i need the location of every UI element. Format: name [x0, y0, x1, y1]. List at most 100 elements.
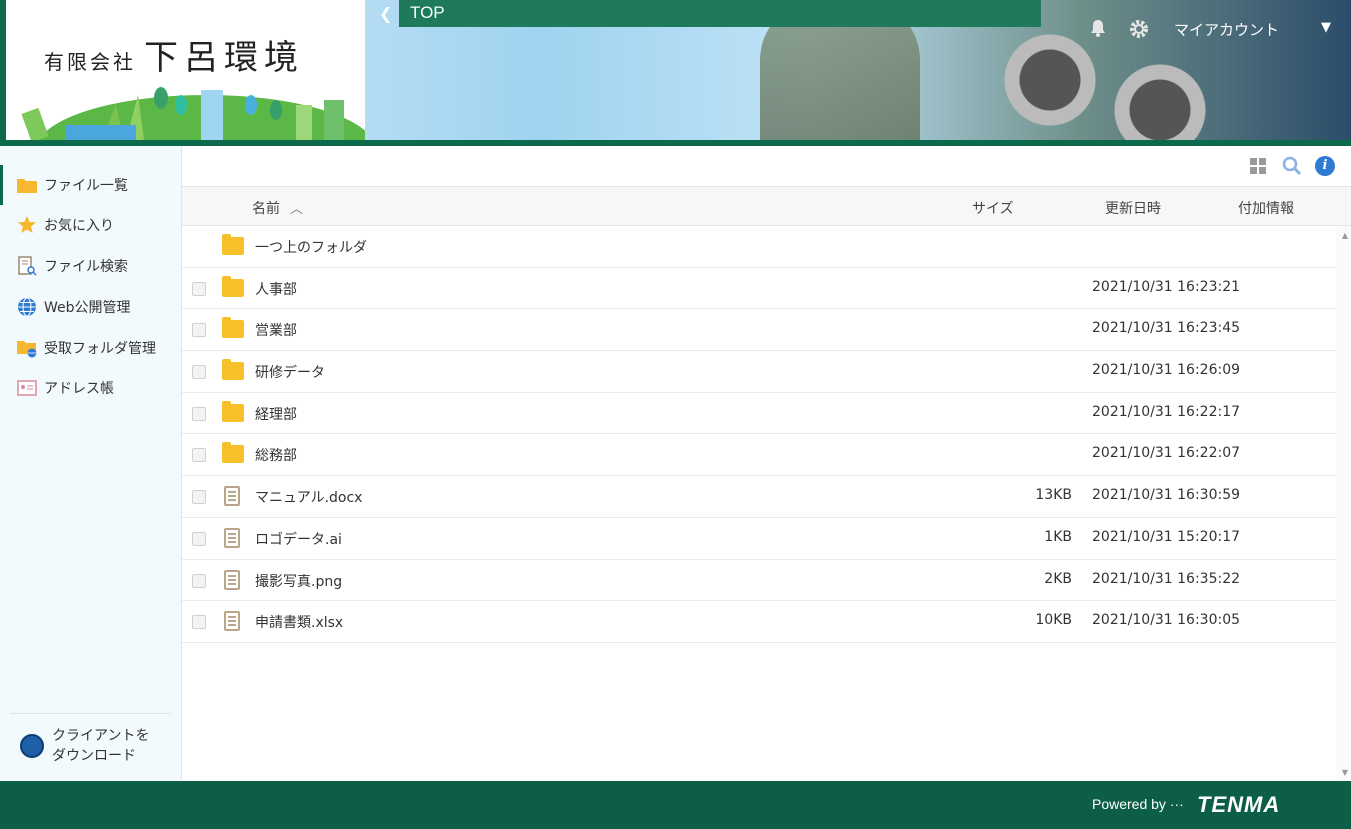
- row-checkbox[interactable]: [192, 448, 206, 463]
- scroll-down-icon[interactable]: ▼: [1342, 768, 1348, 777]
- folder-icon: [222, 400, 244, 422]
- document-icon: [224, 569, 240, 590]
- file-name[interactable]: 研修データ: [255, 362, 325, 382]
- file-name[interactable]: 営業部: [255, 320, 297, 340]
- app-header: 有限会社 下呂環境 ❮ TOP マイアカウント ▼: [0, 0, 1351, 146]
- sidebar-item-label: ファイル一覧: [44, 178, 128, 194]
- table-row[interactable]: マニュアル.docx 13KB 2021/10/31 16:30:59: [182, 476, 1336, 518]
- document-icon: [224, 611, 240, 632]
- file-name[interactable]: 経理部: [255, 404, 297, 424]
- row-checkbox[interactable]: [192, 573, 206, 588]
- app-footer: Powered by ··· TENMA: [0, 781, 1351, 829]
- column-header-extra-info[interactable]: 付加情報: [1238, 198, 1294, 218]
- client-download-line2: ダウンロード: [52, 748, 136, 764]
- column-header-size[interactable]: サイズ: [972, 198, 1014, 218]
- file-date: 2021/10/31 16:30:05: [1092, 612, 1241, 629]
- file-date: 2021/10/31 16:23:45: [1092, 320, 1241, 337]
- file-name[interactable]: マニュアル.docx: [255, 487, 362, 507]
- file-rows: 一つ上のフォルダ 人事部 2021/10/31 16:23:21 営業部 202…: [182, 226, 1336, 643]
- file-name[interactable]: 撮影写真.png: [255, 571, 342, 591]
- sidebar-item-label: お気に入り: [44, 218, 114, 234]
- sidebar-item-file-list[interactable]: ファイル一覧: [0, 165, 181, 205]
- search-icon[interactable]: [1282, 156, 1302, 176]
- file-name[interactable]: ロゴデータ.ai: [255, 529, 342, 549]
- row-checkbox[interactable]: [192, 406, 206, 421]
- document-icon: [224, 486, 240, 507]
- table-row[interactable]: 経理部 2021/10/31 16:22:17: [182, 393, 1336, 435]
- star-icon: [16, 215, 38, 235]
- file-size: 13KB: [1035, 487, 1072, 504]
- folder-icon: [222, 442, 244, 464]
- breadcrumb-back-icon[interactable]: ❮: [379, 4, 392, 23]
- sort-ascending-icon[interactable]: ︿: [290, 198, 303, 217]
- row-checkbox[interactable]: [192, 281, 206, 296]
- sidebar-item-label: Web公開管理: [44, 300, 131, 316]
- view-toolbar: i: [182, 146, 1351, 186]
- parent-folder-row[interactable]: 一つ上のフォルダ: [182, 226, 1336, 268]
- document-icon: [224, 527, 240, 548]
- file-size: 2KB: [1044, 570, 1072, 587]
- folder-icon: [222, 275, 244, 297]
- row-checkbox[interactable]: [192, 531, 206, 546]
- file-size: 10KB: [1035, 612, 1072, 629]
- row-checkbox[interactable]: [192, 323, 206, 338]
- folder-icon: [222, 317, 244, 339]
- sidebar-item-web-publish[interactable]: Web公開管理: [0, 287, 181, 327]
- column-header-date[interactable]: 更新日時: [1105, 198, 1161, 218]
- gear-icon[interactable]: [1128, 18, 1150, 40]
- folder-icon: [222, 234, 244, 255]
- address-book-icon: [16, 378, 38, 398]
- vertical-scrollbar[interactable]: [1336, 226, 1351, 781]
- sidebar-item-favorites[interactable]: お気に入り: [0, 205, 181, 245]
- brand-logo: TENMA: [1197, 792, 1281, 817]
- table-row[interactable]: 申請書類.xlsx 10KB 2021/10/31 16:30:05: [182, 601, 1336, 643]
- table-row[interactable]: 営業部 2021/10/31 16:23:45: [182, 309, 1336, 352]
- breadcrumb[interactable]: TOP: [399, 0, 1041, 27]
- account-dropdown-icon[interactable]: ▼: [1321, 20, 1331, 35]
- folder-icon: [222, 359, 244, 381]
- file-name[interactable]: 申請書類.xlsx: [255, 612, 343, 632]
- file-list-panel: i 名前 ︿ サイズ 更新日時 付加情報 一つ上のフォルダ 人事部 2021/1…: [182, 146, 1351, 781]
- logo-landscape-icon: [21, 87, 365, 140]
- client-app-icon: [20, 734, 44, 758]
- client-download-line1: クライアントを: [52, 728, 150, 744]
- table-header: 名前 ︿ サイズ 更新日時 付加情報: [182, 186, 1351, 226]
- file-date: 2021/10/31 16:35:22: [1092, 570, 1241, 587]
- table-row[interactable]: 人事部 2021/10/31 16:23:21: [182, 268, 1336, 310]
- sidebar-item-address-book[interactable]: アドレス帳: [0, 368, 181, 408]
- file-date: 2021/10/31 16:22:07: [1092, 445, 1241, 462]
- table-row[interactable]: 総務部 2021/10/31 16:22:07: [182, 434, 1336, 477]
- row-checkbox[interactable]: [192, 365, 206, 380]
- sidebar-item-label: 受取フォルダ管理: [44, 341, 156, 357]
- sidebar-divider: [10, 713, 171, 714]
- client-download-label: クライアントを ダウンロード: [52, 726, 149, 766]
- company-logo[interactable]: 有限会社 下呂環境: [0, 0, 365, 140]
- table-row[interactable]: ロゴデータ.ai 1KB 2021/10/31 15:20:17: [182, 518, 1336, 560]
- my-account-menu[interactable]: マイアカウント: [1174, 19, 1279, 40]
- table-row[interactable]: 研修データ 2021/10/31 16:26:09: [182, 351, 1336, 393]
- info-icon[interactable]: i: [1315, 156, 1335, 176]
- folder-icon: [16, 175, 38, 195]
- bell-icon[interactable]: [1087, 18, 1109, 40]
- grid-view-icon[interactable]: [1248, 156, 1268, 176]
- file-date: 2021/10/31 15:20:17: [1092, 528, 1241, 545]
- scroll-up-icon[interactable]: ▲: [1342, 231, 1348, 240]
- file-date: 2021/10/31 16:23:21: [1092, 278, 1241, 295]
- sidebar-item-file-search[interactable]: ファイル検索: [0, 246, 181, 286]
- column-header-name[interactable]: 名前: [252, 198, 280, 218]
- globe-icon: [16, 297, 38, 317]
- file-date: 2021/10/31 16:30:59: [1092, 487, 1241, 504]
- file-date: 2021/10/31 16:22:17: [1092, 403, 1241, 420]
- sidebar-item-inbox-folder[interactable]: 受取フォルダ管理: [0, 328, 181, 368]
- client-download-link[interactable]: クライアントを ダウンロード: [20, 726, 149, 766]
- sidebar-item-label: アドレス帳: [44, 381, 114, 397]
- table-row[interactable]: 撮影写真.png 2KB 2021/10/31 16:35:22: [182, 560, 1336, 602]
- sidebar: ファイル一覧 お気に入り ファイル検索 Web公開管理 受取フォルダ管理 アドレ…: [0, 146, 182, 781]
- parent-folder-label: 一つ上のフォルダ: [255, 240, 367, 256]
- file-name[interactable]: 総務部: [255, 445, 297, 465]
- row-checkbox[interactable]: [192, 615, 206, 630]
- file-search-icon: [16, 256, 38, 276]
- file-name[interactable]: 人事部: [255, 279, 297, 299]
- file-size: 1KB: [1044, 528, 1072, 545]
- row-checkbox[interactable]: [192, 490, 206, 505]
